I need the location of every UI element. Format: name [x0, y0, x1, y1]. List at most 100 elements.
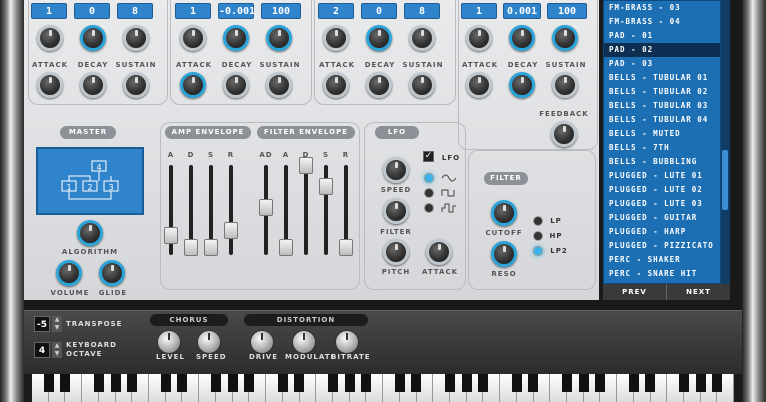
preset-item[interactable]: BELLS - MUTED	[604, 127, 720, 141]
osc2-value-3[interactable]: 100	[261, 3, 301, 19]
osc3-knob-b[interactable]	[366, 25, 392, 51]
preset-item[interactable]: PLUGGED - LUTE 02	[604, 183, 720, 197]
piano-black-key[interactable]	[678, 374, 689, 392]
octave-stepper[interactable]: ▲ ▼	[52, 342, 62, 358]
osc4-sustain-knob[interactable]	[552, 72, 578, 98]
osc4-decay-knob[interactable]	[509, 72, 535, 98]
scroll-thumb[interactable]	[722, 150, 728, 210]
piano-black-key[interactable]	[60, 374, 71, 392]
filt-d-slider[interactable]	[299, 157, 313, 174]
preset-item[interactable]: PLUGGED - HARP	[604, 225, 720, 239]
osc1-sustain-knob[interactable]	[123, 72, 149, 98]
preset-item[interactable]: PAD - 02	[604, 43, 720, 57]
osc1-value-1[interactable]: 1	[31, 3, 67, 19]
osc1-knob-b[interactable]	[80, 25, 106, 51]
piano-black-key[interactable]	[110, 374, 121, 392]
feedback-knob[interactable]	[551, 121, 577, 147]
piano-black-key[interactable]	[578, 374, 589, 392]
piano-black-key[interactable]	[695, 374, 706, 392]
preset-item[interactable]: PLUGGED - LUTE 01	[604, 169, 720, 183]
filt-ad-slider[interactable]	[259, 199, 273, 216]
lfo-speed-knob[interactable]	[383, 157, 409, 183]
piano-black-key[interactable]	[294, 374, 305, 392]
osc1-attack-knob[interactable]	[37, 72, 63, 98]
amp-d-slider[interactable]	[184, 239, 198, 256]
piano-black-key[interactable]	[344, 374, 355, 392]
osc1-value-2[interactable]: 0	[74, 3, 110, 19]
osc3-value-1[interactable]: 2	[318, 3, 354, 19]
piano-black-key[interactable]	[628, 374, 639, 392]
bitrate-knob[interactable]	[335, 330, 359, 354]
piano-black-key[interactable]	[645, 374, 656, 392]
osc3-decay-knob[interactable]	[366, 72, 392, 98]
osc3-knob-a[interactable]	[323, 25, 349, 51]
filter-lp-radio[interactable]	[533, 216, 543, 226]
drive-knob[interactable]	[250, 330, 274, 354]
chorus-level-knob[interactable]	[157, 330, 181, 354]
reso-knob[interactable]	[491, 241, 517, 267]
piano-black-key[interactable]	[712, 374, 723, 392]
next-button[interactable]: NEXT	[667, 284, 730, 300]
piano-black-key[interactable]	[361, 374, 372, 392]
piano-black-key[interactable]	[277, 374, 288, 392]
lfo-pitch-knob[interactable]	[383, 239, 409, 265]
lfo-attack-knob[interactable]	[426, 239, 452, 265]
chorus-speed-knob[interactable]	[197, 330, 221, 354]
amp-s-slider[interactable]	[204, 239, 218, 256]
preset-item[interactable]: BELLS - TUBULAR 01	[604, 71, 720, 85]
osc4-attack-knob[interactable]	[466, 72, 492, 98]
glide-knob[interactable]	[99, 260, 125, 286]
lfo-wave-step-radio[interactable]	[424, 203, 434, 213]
piano-black-key[interactable]	[394, 374, 405, 392]
volume-knob[interactable]	[56, 260, 82, 286]
preset-item[interactable]: PAD - 01	[604, 29, 720, 43]
piano-black-key[interactable]	[43, 374, 54, 392]
osc3-sustain-knob[interactable]	[409, 72, 435, 98]
transpose-value[interactable]: -5	[34, 316, 50, 332]
algorithm-knob[interactable]	[77, 220, 103, 246]
osc2-knob-c[interactable]	[266, 25, 292, 51]
osc4-knob-a[interactable]	[466, 25, 492, 51]
piano-black-key[interactable]	[511, 374, 522, 392]
preset-item[interactable]: PLUGGED - LUTE 03	[604, 197, 720, 211]
preset-item[interactable]: FM-BRASS - 03	[604, 1, 720, 15]
piano-black-key[interactable]	[244, 374, 255, 392]
piano-black-key[interactable]	[411, 374, 422, 392]
piano-black-key[interactable]	[227, 374, 238, 392]
preset-item[interactable]: BELLS - TUBULAR 04	[604, 113, 720, 127]
osc2-knob-b[interactable]	[223, 25, 249, 51]
osc4-value-3[interactable]: 100	[547, 3, 587, 19]
lfo-filter-knob[interactable]	[383, 198, 409, 224]
piano-black-key[interactable]	[461, 374, 472, 392]
preset-item[interactable]: PAD - 03	[604, 57, 720, 71]
osc3-attack-knob[interactable]	[323, 72, 349, 98]
preset-item[interactable]: BELLS - TUBULAR 02	[604, 85, 720, 99]
osc1-decay-knob[interactable]	[80, 72, 106, 98]
piano-black-key[interactable]	[595, 374, 606, 392]
preset-item[interactable]: PERC - SNARE HIT	[604, 267, 720, 281]
piano-black-key[interactable]	[177, 374, 188, 392]
filter-hp-radio[interactable]	[533, 231, 543, 241]
piano-black-key[interactable]	[561, 374, 572, 392]
osc4-knob-b[interactable]	[509, 25, 535, 51]
osc3-value-3[interactable]: 8	[404, 3, 440, 19]
piano-black-key[interactable]	[444, 374, 455, 392]
filt-s-slider[interactable]	[319, 178, 333, 195]
piano-black-key[interactable]	[127, 374, 138, 392]
osc1-value-3[interactable]: 8	[117, 3, 153, 19]
amp-a-slider[interactable]	[164, 227, 178, 244]
preset-item[interactable]: PLUGGED - PIZZICATO	[604, 239, 720, 253]
preset-item[interactable]: BELLS - TUBULAR 03	[604, 99, 720, 113]
osc4-value-1[interactable]: 1	[461, 3, 497, 19]
osc3-knob-c[interactable]	[409, 25, 435, 51]
osc1-knob-c[interactable]	[123, 25, 149, 51]
piano-black-key[interactable]	[210, 374, 221, 392]
filt-r-slider[interactable]	[339, 239, 353, 256]
preset-list[interactable]: FM-BRASS - 03 FM-BRASS - 04 PAD - 01 PAD - …	[603, 0, 721, 284]
lfo-wave-square-radio[interactable]	[424, 188, 434, 198]
preset-item[interactable]: FM-BRASS - 04	[604, 15, 720, 29]
amp-r-slider[interactable]	[224, 222, 238, 239]
osc2-attack-knob[interactable]	[180, 72, 206, 98]
lfo-wave-sine-radio[interactable]	[424, 173, 434, 183]
modulate-knob[interactable]	[292, 330, 316, 354]
